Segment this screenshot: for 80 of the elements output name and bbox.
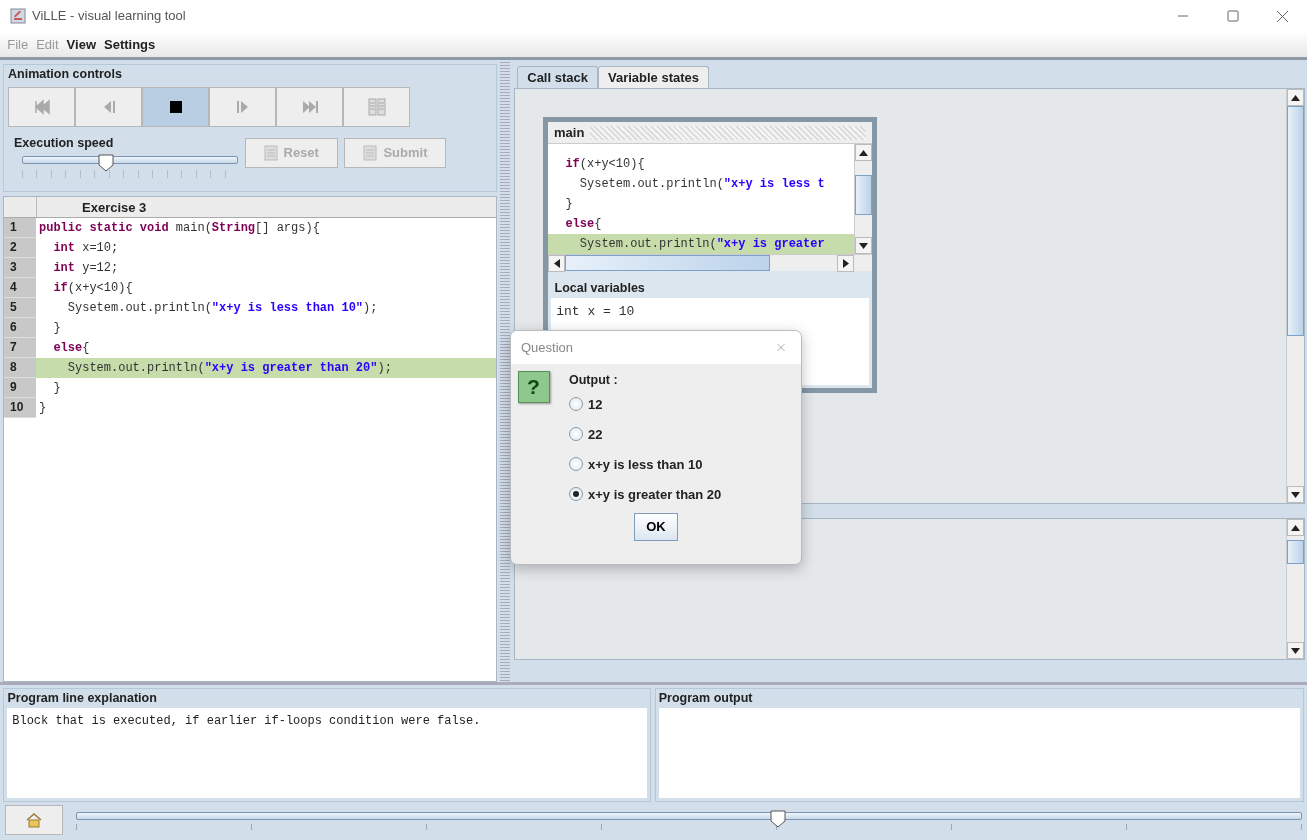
panel-title: Program output [657,690,754,708]
code-line: } [52,380,62,397]
tab[interactable]: Call stack [517,66,598,88]
scroll-thumb[interactable] [565,255,770,271]
explanation-text: Block that is executed, if earlier if-loops condition were false. [12,714,481,728]
slider-thumb[interactable] [98,152,115,171]
right-arrow-icon[interactable] [842,259,849,268]
code-line: else{ [52,340,91,357]
code-line: Sysetem.out.println("x+y is less than 10"); [66,300,379,317]
question-prompt: Output : [569,371,619,389]
menu-item[interactable]: View [62,34,100,55]
line-number: 6 [4,318,36,338]
down-arrow-icon[interactable] [1291,491,1300,498]
line-number: 1 [4,218,36,238]
vertical-scrollbar[interactable] [854,144,872,254]
radio-button[interactable] [569,427,583,442]
panel-title: Program line explanation [6,690,158,708]
section-title: Local variables [553,280,646,297]
line-number: 9 [4,378,36,398]
left-arrow-icon[interactable] [553,259,560,268]
radio-option[interactable]: x+y is greater than 20 [569,479,722,510]
radio-button[interactable] [569,397,583,412]
slider-label: Execution speed [14,134,115,152]
home-button[interactable] [5,805,63,835]
line-number: 4 [4,278,36,298]
code-line: Sysetem.out.println("x+y is less t [578,176,826,193]
code-line: int y=12; [52,260,120,277]
frame-title: main [553,123,586,142]
close-icon [777,341,785,354]
code-line: if(x+y<10){ [564,156,646,173]
animation-button[interactable] [142,87,209,127]
editor-title: Exercise 3 [36,197,496,217]
code-line: public static void main(String[] args){ [38,220,321,237]
close-icon [1275,9,1289,23]
code-line: } [38,400,48,417]
radio-button[interactable] [569,457,583,472]
variable-value: int x = 10 [555,302,636,318]
radio-option[interactable]: 12 [569,389,603,420]
scroll-thumb[interactable] [1287,540,1304,564]
ok-button[interactable]: OK [634,512,678,541]
line-number: 3 [4,258,36,278]
menu-item[interactable]: Settings [100,34,160,55]
skip-to-start-icon [32,98,51,116]
house-icon [26,812,42,828]
group-title: Animation controls [8,66,123,83]
code-line: } [564,196,574,213]
question-icon: ? [517,370,550,403]
splitter-handle[interactable] [500,60,510,682]
vertical-scrollbar[interactable] [1286,89,1304,503]
up-arrow-icon[interactable] [1291,94,1300,101]
scroll-thumb[interactable] [855,175,872,215]
tab[interactable]: Variable states [597,66,709,88]
code-line: else{ [564,216,603,233]
line-number: 2 [4,238,36,258]
pages-icon [367,98,386,116]
line-number: 5 [4,298,36,318]
window-title: ViLLE - visual learning tool [32,7,187,26]
up-arrow-icon[interactable] [859,149,868,156]
line-number: 8 [4,358,36,378]
code-line: if(x+y<10){ [52,280,134,297]
document-icon [363,144,378,161]
down-arrow-icon[interactable] [1291,647,1300,654]
radio-button[interactable] [569,487,583,502]
radio-option[interactable]: 22 [569,419,603,450]
down-arrow-icon[interactable] [859,242,868,249]
document-icon [263,144,278,161]
maximize-icon [1225,9,1239,23]
code-line: int x=10; [52,240,120,257]
code-line: } [52,320,62,337]
app-icon [10,8,26,24]
line-number: 7 [4,338,36,358]
slider-thumb[interactable] [770,808,787,826]
up-arrow-icon[interactable] [1291,524,1300,531]
vertical-scrollbar[interactable] [1286,519,1304,659]
radio-option[interactable]: x+y is less than 10 [569,449,703,480]
horizontal-scrollbar[interactable] [548,254,872,271]
line-number: 10 [4,398,36,418]
skip-to-end-icon [300,98,319,116]
scroll-thumb[interactable] [1287,106,1304,336]
dialog-title: Question [521,338,574,357]
